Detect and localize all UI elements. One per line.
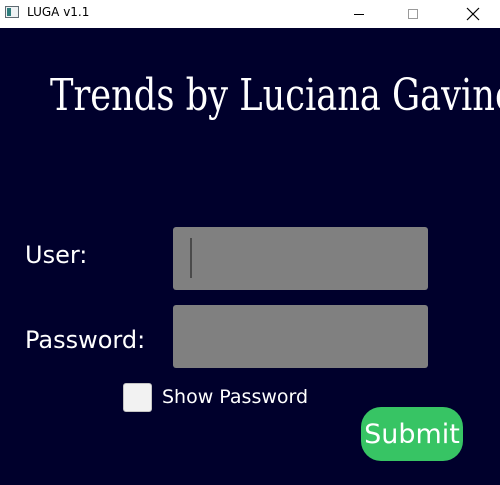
show-password-checkbox[interactable] (123, 383, 152, 412)
minimize-icon (354, 13, 364, 15)
user-label: User: (25, 241, 88, 269)
close-button[interactable] (450, 0, 496, 28)
show-password-label[interactable]: Show Password (162, 385, 308, 409)
password-input[interactable] (173, 305, 428, 368)
close-icon (466, 7, 480, 21)
app-window: LUGA v1.1 Trends by Luciana Gavino User:… (0, 0, 500, 485)
window-title: LUGA v1.1 (27, 5, 90, 19)
main-panel: Trends by Luciana Gavino User: Password:… (0, 28, 500, 485)
app-window-icon (5, 6, 19, 18)
text-caret (190, 238, 192, 278)
title-bar: LUGA v1.1 (0, 0, 500, 28)
password-label: Password: (25, 326, 146, 354)
maximize-icon (408, 9, 418, 19)
submit-button[interactable]: Submit (361, 407, 463, 461)
user-input[interactable] (173, 227, 428, 290)
page-title: Trends by Luciana Gavino (50, 70, 500, 121)
minimize-button[interactable] (336, 0, 382, 28)
maximize-button[interactable] (390, 0, 436, 28)
